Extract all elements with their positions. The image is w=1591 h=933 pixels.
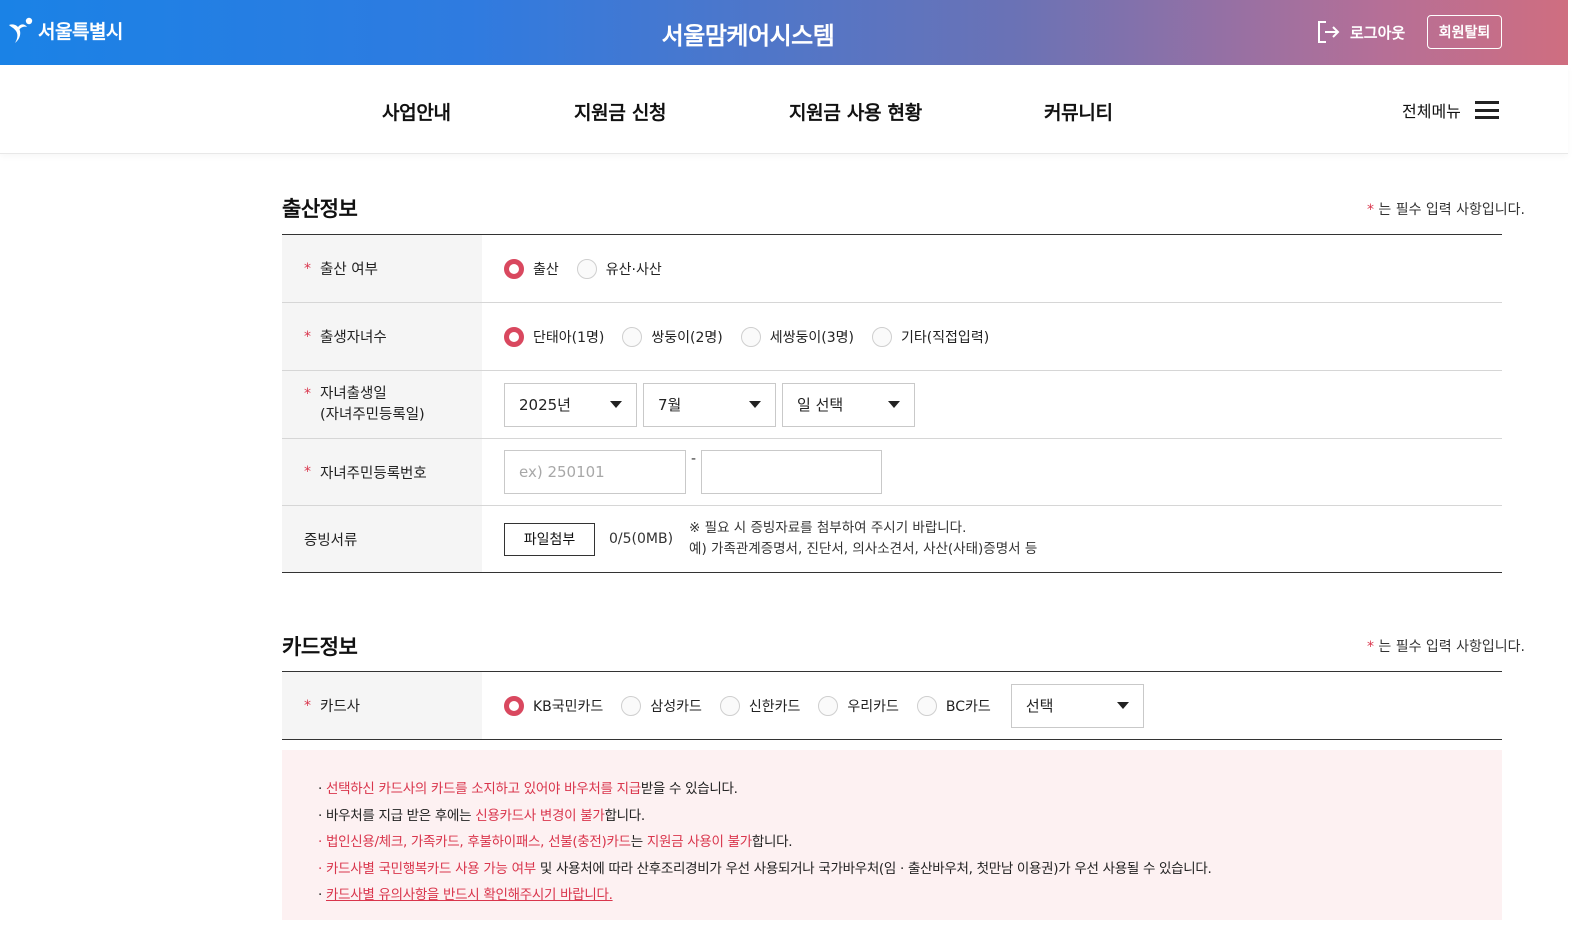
radio-unchecked-icon <box>916 695 937 716</box>
radio-bc-card[interactable]: BC카드 <box>916 695 991 716</box>
separator: - <box>691 451 697 467</box>
day-select[interactable]: 일 선택 <box>782 382 915 427</box>
chevron-down-icon <box>888 401 900 408</box>
chevron-down-icon <box>1116 702 1129 709</box>
required-note: * 는 필수 입력 사항입니다. <box>1366 639 1525 655</box>
top-header: 서울특별시 서울맘케어시스템 로그아웃 회원탈퇴 <box>0 0 1568 65</box>
notice-link[interactable]: 카드사별 유의사항을 반드시 확인해주시기 바랍니다. <box>326 887 613 903</box>
resident-number-back-input[interactable] <box>701 450 883 494</box>
chevron-down-icon <box>610 401 622 408</box>
main-nav: 사업안내 지원금 신청 지원금 사용 현황 커뮤니티 전체메뉴 <box>0 65 1568 154</box>
logout-icon <box>1318 21 1340 43</box>
radio-miscarriage[interactable]: 유산·사산 <box>576 258 662 279</box>
resident-number-inputs: - <box>482 439 1502 505</box>
all-menu-button[interactable]: 전체메뉴 <box>1402 98 1499 122</box>
radio-shinhan-card[interactable]: 신한카드 <box>719 695 800 716</box>
radio-unchecked-icon <box>719 695 740 716</box>
month-select[interactable]: 7월 <box>643 382 776 427</box>
birth-form-table: * 출산 여부 출산 유산·사산 * 출생자녀수 단태아(1명) 쌍둥이(2명) 세… <box>282 234 1502 573</box>
all-menu-label: 전체메뉴 <box>1402 102 1461 121</box>
nav-item-community[interactable]: 커뮤니티 <box>1044 98 1113 125</box>
radio-other[interactable]: 기타(직접입력) <box>871 326 989 347</box>
required-note: * 는 필수 입력 사항입니다. <box>1366 202 1525 218</box>
radio-kb-card[interactable]: KB국민카드 <box>504 695 603 716</box>
documents-cell: 파일첨부 0/5(0MB) ※ 필요 시 증빙자료를 첨부하여 주시기 바랍니다… <box>482 506 1502 572</box>
file-attach-button[interactable]: 파일첨부 <box>504 522 595 556</box>
birth-date-selects: 2025년 7월 일 선택 <box>482 371 1502 438</box>
resident-number-front-input[interactable] <box>504 450 686 494</box>
radio-unchecked-icon <box>622 326 643 347</box>
row-label: * 출산 여부 <box>282 235 482 302</box>
row-child-count: * 출생자녀수 단태아(1명) 쌍둥이(2명) 세쌍둥이(3명) 기타(직접입력) <box>282 303 1502 371</box>
notice-line: · 법인신용/체크, 가족카드, 후불하이패스, 선불(충전)카드는 지원금 사… <box>318 834 793 850</box>
row-label: 증빙서류 <box>282 506 482 572</box>
row-label: * 자녀주민등록번호 <box>282 439 482 505</box>
radio-twins[interactable]: 쌍둥이(2명) <box>622 326 723 347</box>
radio-samsung-card[interactable]: 삼성카드 <box>621 695 702 716</box>
radio-single[interactable]: 단태아(1명) <box>504 326 604 347</box>
radio-birth[interactable]: 출산 <box>504 258 559 279</box>
radio-unchecked-icon <box>871 326 892 347</box>
row-documents: 증빙서류 파일첨부 0/5(0MB) ※ 필요 시 증빙자료를 첨부하여 주시기… <box>282 506 1502 573</box>
row-card-company: * 카드사 KB국민카드 삼성카드 신한카드 우리카드 BC카드 선택 <box>282 672 1502 740</box>
notice-line: · 선택하신 카드사의 카드를 소지하고 있어야 바우처를 지급받을 수 있습니… <box>318 781 738 797</box>
radio-checked-icon <box>504 326 524 347</box>
card-section-title: 카드정보 <box>282 635 358 659</box>
file-note: ※ 필요 시 증빙자료를 첨부하여 주시기 바랍니다. 예) 가족관계증명서, … <box>689 520 1038 557</box>
child-count-options: 단태아(1명) 쌍둥이(2명) 세쌍둥이(3명) 기타(직접입력) <box>482 303 1502 370</box>
withdraw-button[interactable]: 회원탈퇴 <box>1427 15 1502 49</box>
row-birth-status: * 출산 여부 출산 유산·사산 <box>282 235 1502 303</box>
system-title: 서울맘케어시스템 <box>661 22 835 50</box>
card-form-table: * 카드사 KB국민카드 삼성카드 신한카드 우리카드 BC카드 선택 <box>282 671 1502 740</box>
year-select[interactable]: 2025년 <box>504 382 637 427</box>
radio-unchecked-icon <box>740 326 761 347</box>
birth-status-options: 출산 유산·사산 <box>482 235 1502 302</box>
row-label: * 출생자녀수 <box>282 303 482 370</box>
card-notice-box: · 선택하신 카드사의 카드를 소지하고 있어야 바우처를 지급받을 수 있습니… <box>282 750 1502 920</box>
row-resident-number: *자녀주민등록번호 - <box>282 439 1502 506</box>
logout-button[interactable]: 로그아웃 <box>1316 19 1405 45</box>
notice-line: · 바우처를 지급 받은 후에는 신용카드사 변경이 불가합니다. <box>318 807 645 824</box>
file-count: 0/5(0MB) <box>609 531 674 547</box>
nav-item-subsidy-usage[interactable]: 지원금 사용 현황 <box>789 98 922 125</box>
notice-line: · 카드사별 국민행복카드 사용 가능 여부 및 사용처에 따라 산후조리경비가… <box>318 860 1212 877</box>
chevron-down-icon <box>749 401 761 408</box>
radio-checked-icon <box>504 695 524 716</box>
radio-unchecked-icon <box>621 695 642 716</box>
radio-unchecked-icon <box>576 258 597 279</box>
card-company-select[interactable]: 선택 <box>1010 683 1144 728</box>
hamburger-icon <box>1474 101 1499 119</box>
radio-triplets[interactable]: 세쌍둥이(3명) <box>740 326 854 347</box>
row-label: * 자녀출생일 (자녀주민등록일) <box>282 371 482 438</box>
row-birth-date: * 자녀출생일 (자녀주민등록일) 2025년 7월 일 선택 <box>282 371 1502 439</box>
logout-label: 로그아웃 <box>1350 23 1406 42</box>
row-label: * 카드사 <box>282 672 482 739</box>
card-company-options: KB국민카드 삼성카드 신한카드 우리카드 BC카드 선택 <box>482 672 1502 739</box>
nav-item-business-info[interactable]: 사업안내 <box>382 98 451 125</box>
nav-item-apply-subsidy[interactable]: 지원금 신청 <box>574 98 667 125</box>
radio-woori-card[interactable]: 우리카드 <box>818 695 899 716</box>
radio-checked-icon <box>504 258 524 279</box>
birth-section-title: 출산정보 <box>282 197 358 221</box>
notice-link-line: · 카드사별 유의사항을 반드시 확인해주시기 바랍니다. <box>318 887 613 903</box>
radio-unchecked-icon <box>818 695 839 716</box>
